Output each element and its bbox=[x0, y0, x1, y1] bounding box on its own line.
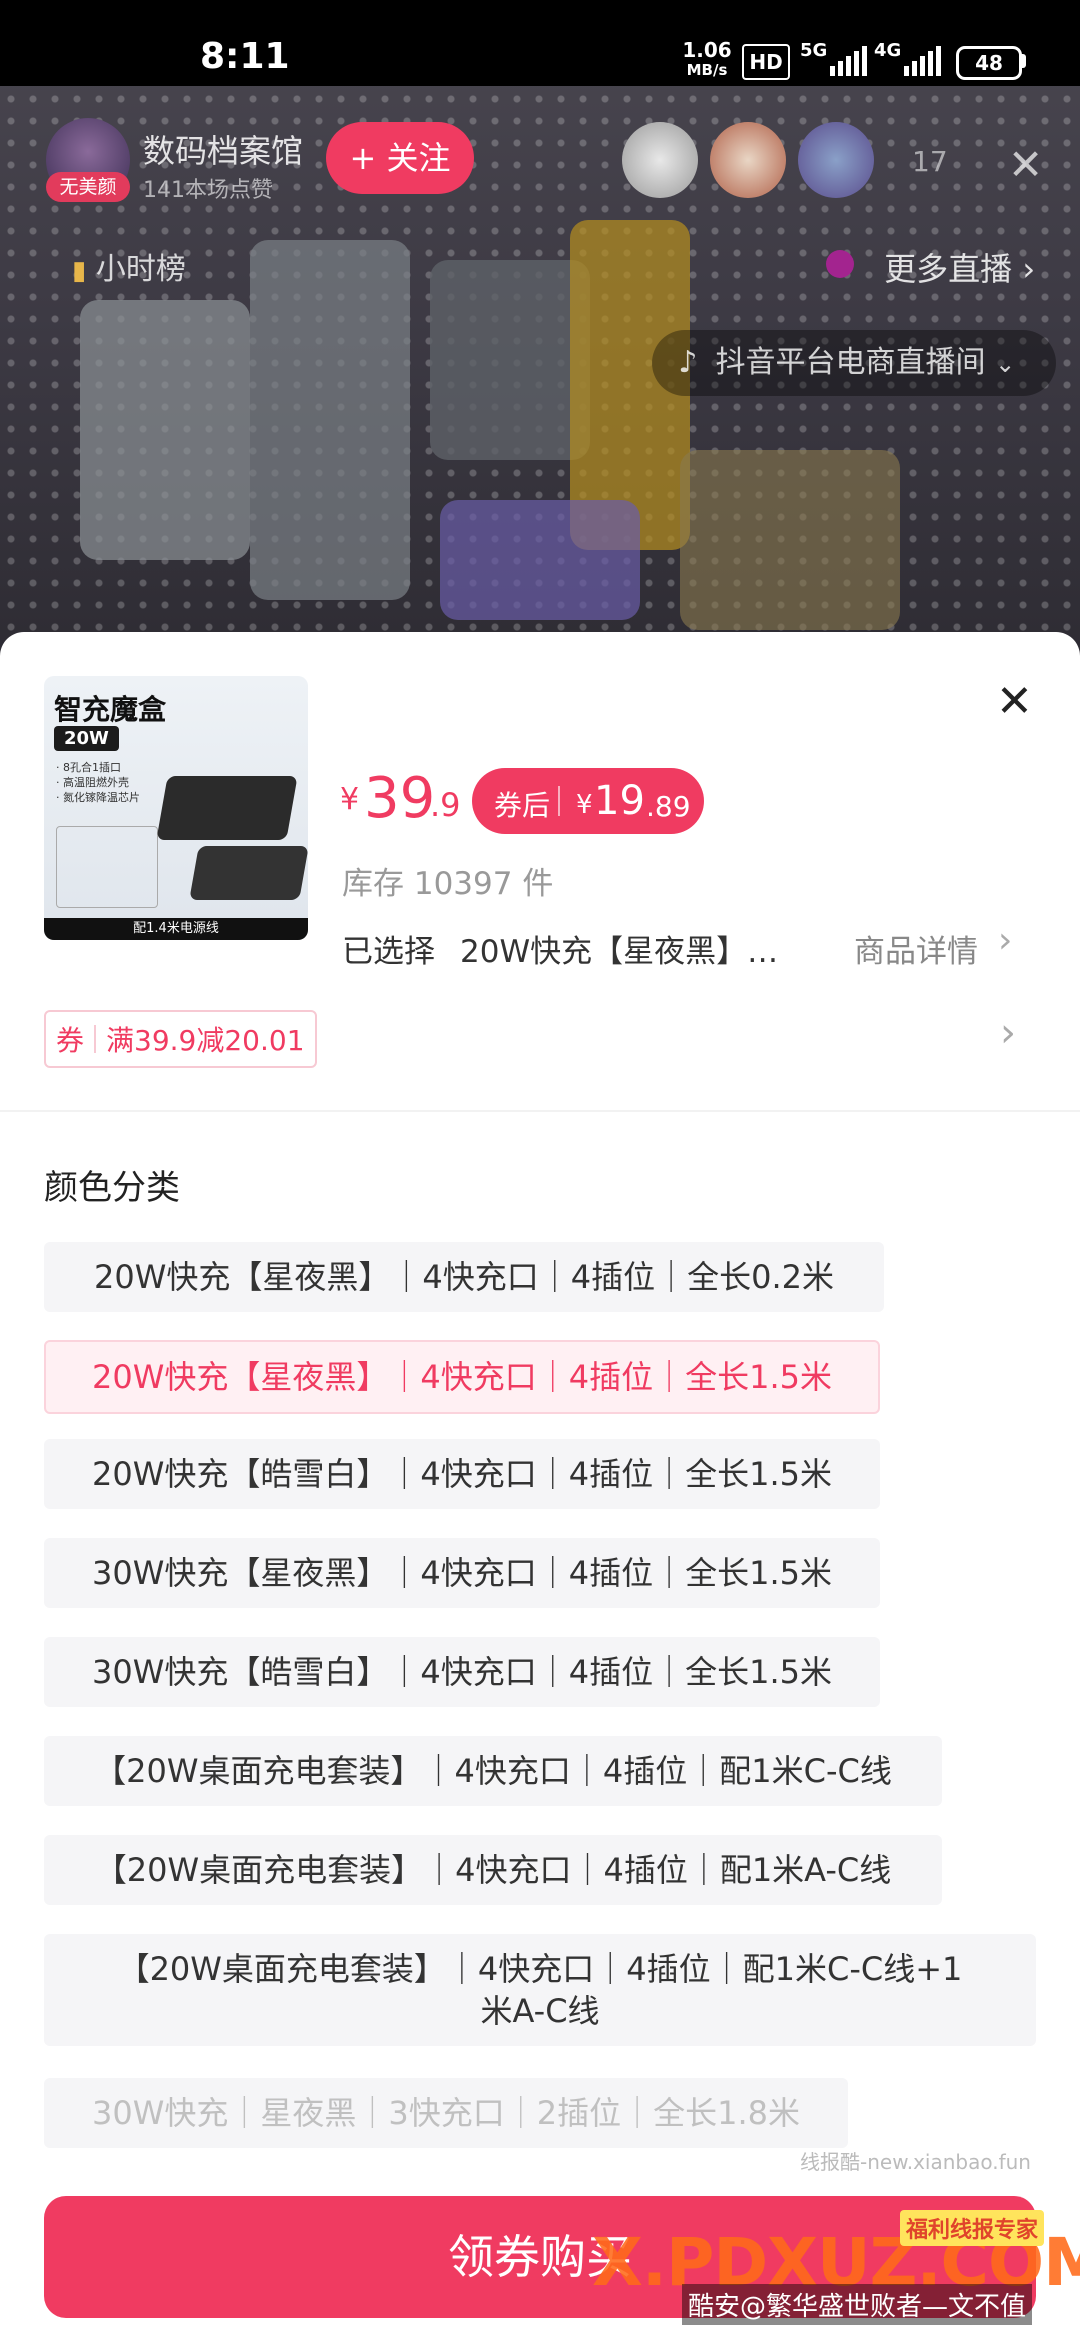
coupon-text: 满39.9减20.01 bbox=[106, 1024, 305, 1057]
background-object bbox=[80, 300, 250, 560]
platform-pill[interactable]: ♪ 抖音平台电商直播间 ⌄ bbox=[652, 330, 1056, 396]
chevron-right-icon[interactable]: › bbox=[998, 920, 1012, 961]
battery-icon: 48 bbox=[956, 46, 1022, 80]
chevron-right-icon[interactable]: › bbox=[1000, 1010, 1016, 1056]
signal-4g-icon bbox=[904, 46, 941, 76]
coupon-price-symbol: ¥ bbox=[576, 790, 593, 820]
product-image-points: · 8孔合1插口 · 高温阻燃外壳 · 氮化镓降温芯片 bbox=[56, 761, 140, 804]
divider bbox=[0, 1110, 1080, 1112]
coupon-price-label: 券后 bbox=[494, 789, 551, 822]
chevron-right-icon: › bbox=[1022, 250, 1036, 288]
sku-option[interactable]: 【20W桌面充电套装】｜4快充口｜4插位｜配1米C-C线+1米A-C线 bbox=[44, 1934, 1036, 2046]
section-title: 颜色分类 bbox=[44, 1168, 180, 1208]
coupon-price-badge: 券后 ¥ 19 .89 bbox=[472, 768, 704, 834]
status-bar: 8:11 1.06 MB/s HD 5G 4G 48 bbox=[0, 0, 1080, 86]
avatar-tag: 无美颜 bbox=[46, 172, 130, 202]
power-strip-graphic bbox=[189, 846, 308, 900]
rank-bars-icon: ▮ bbox=[72, 256, 87, 286]
hour-rank-label: 小时榜 bbox=[95, 252, 186, 287]
sku-option[interactable]: 【20W桌面充电套装】｜4快充口｜4插位｜配1米C-C线 bbox=[44, 1736, 942, 1806]
network-speed: 1.06 MB/s bbox=[682, 40, 732, 80]
background-object bbox=[680, 450, 900, 630]
product-image-title: 智充魔盒 bbox=[54, 693, 167, 726]
coupon-price-decimal: .89 bbox=[646, 790, 691, 823]
viewer-avatar[interactable] bbox=[622, 122, 698, 198]
battery-tip bbox=[1021, 54, 1026, 68]
close-sheet-icon[interactable]: ✕ bbox=[996, 676, 1033, 727]
signal-5g-icon bbox=[830, 46, 867, 76]
viewer-avatar[interactable] bbox=[798, 122, 874, 198]
more-live-label: 更多直播 bbox=[884, 250, 1013, 288]
selected-value: 20W快充【星夜黑】｜4快充口｜4插位｜全长1.5米 bbox=[460, 934, 804, 970]
sku-option[interactable]: 30W快充【星夜黑】｜4快充口｜4插位｜全长1.5米 bbox=[44, 1538, 880, 1608]
product-image[interactable]: 智充魔盒 20W · 8孔合1插口 · 高温阻燃外壳 · 氮化镓降温芯片 配1.… bbox=[44, 676, 308, 940]
tiktok-icon: ♪ bbox=[678, 345, 698, 380]
signal-4g-label: 4G bbox=[874, 40, 902, 61]
background-object bbox=[430, 260, 590, 460]
network-speed-unit: MB/s bbox=[686, 61, 728, 79]
selected-label: 已选择 bbox=[342, 934, 435, 970]
power-strip-graphic bbox=[156, 776, 298, 840]
more-live-button[interactable]: 更多直播 › bbox=[822, 244, 1035, 290]
follow-button[interactable]: + 关注 bbox=[326, 122, 474, 194]
coupon-tag-label: 券 bbox=[56, 1024, 85, 1057]
background-object bbox=[440, 500, 640, 620]
streamer-name[interactable]: 数码档案馆 bbox=[143, 126, 303, 172]
price-decimal: .9 bbox=[430, 786, 461, 824]
clock: 8:11 bbox=[200, 36, 290, 77]
close-icon[interactable]: ✕ bbox=[1008, 140, 1043, 189]
sku-option[interactable]: 20W快充【星夜黑】｜4快充口｜4插位｜全长0.2米 bbox=[44, 1242, 884, 1312]
sku-option-selected[interactable]: 20W快充【星夜黑】｜4快充口｜4插位｜全长1.5米 bbox=[44, 1340, 880, 1414]
stock-count: 库存 10397 件 bbox=[342, 866, 554, 902]
price-symbol: ¥ bbox=[340, 782, 360, 817]
sku-option-disabled: 30W快充｜星夜黑｜3快充口｜2插位｜全长1.8米 bbox=[44, 2078, 848, 2148]
chevron-down-icon: ⌄ bbox=[995, 350, 1016, 378]
hour-rank-button[interactable]: ▮ 小时榜 bbox=[72, 244, 186, 288]
network-speed-value: 1.06 bbox=[682, 38, 732, 62]
watermark-badge: 福利线报专家 bbox=[900, 2210, 1045, 2246]
watermark-site: 线报酷-new.xianbao.fun bbox=[800, 2150, 1031, 2174]
price-integer: 39 bbox=[364, 766, 436, 831]
viewer-count[interactable]: 17 bbox=[912, 145, 948, 178]
coupon-price-divider bbox=[558, 786, 560, 816]
sku-option[interactable]: 30W快充【皓雪白】｜4快充口｜4插位｜全长1.5米 bbox=[44, 1637, 880, 1707]
signal-5g-label: 5G bbox=[800, 40, 828, 61]
sku-option[interactable]: 【20W桌面充电套装】｜4快充口｜4插位｜配1米A-C线 bbox=[44, 1835, 942, 1905]
sku-option[interactable]: 20W快充【皓雪白】｜4快充口｜4插位｜全长1.5米 bbox=[44, 1439, 880, 1509]
product-image-badge: 20W bbox=[54, 726, 119, 751]
product-detail-link[interactable]: 商品详情 bbox=[854, 926, 978, 971]
coupon-row[interactable]: 券 满39.9减20.01 bbox=[44, 1010, 317, 1068]
platform-label: 抖音平台电商直播间 bbox=[715, 345, 986, 380]
hd-icon: HD bbox=[742, 44, 790, 80]
streamer-likes: 141本场点赞 bbox=[143, 178, 273, 203]
product-image-footer: 配1.4米电源线 bbox=[44, 918, 308, 940]
background-object bbox=[250, 240, 410, 600]
coupon-price-integer: 19 bbox=[594, 778, 645, 824]
watermark-credit: 酷安@繁华盛世败者—文不值 bbox=[682, 2284, 1033, 2325]
viewer-avatar[interactable] bbox=[710, 122, 786, 198]
ports-graphic bbox=[56, 826, 158, 908]
